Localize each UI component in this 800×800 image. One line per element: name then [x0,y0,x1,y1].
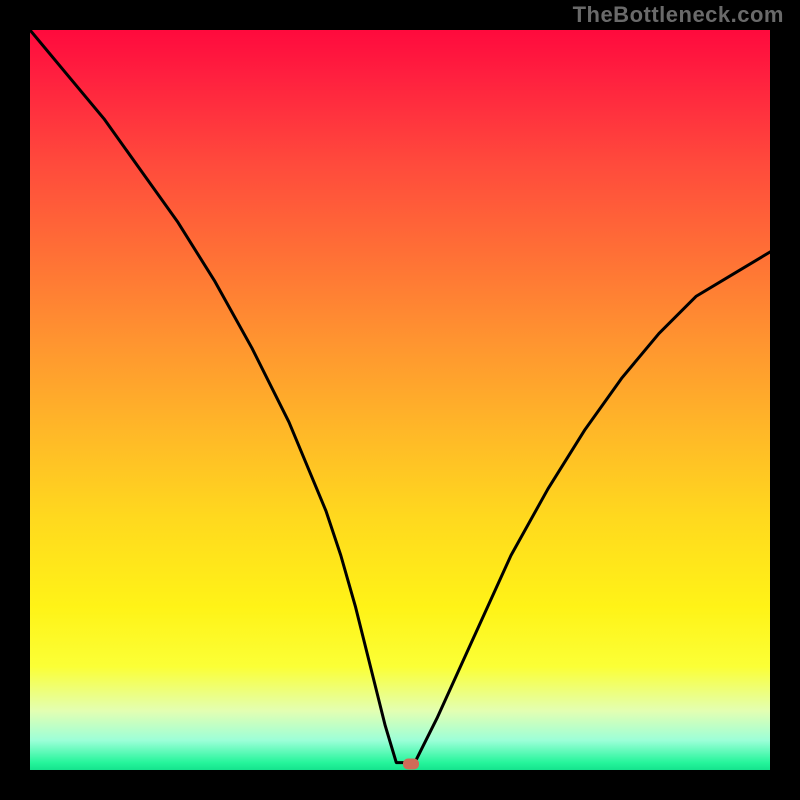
optimal-point-marker [403,759,419,770]
chart-frame: TheBottleneck.com [0,0,800,800]
bottleneck-curve [30,30,770,763]
curve-svg [30,30,770,770]
watermark-text: TheBottleneck.com [573,2,784,28]
plot-area [30,30,770,770]
